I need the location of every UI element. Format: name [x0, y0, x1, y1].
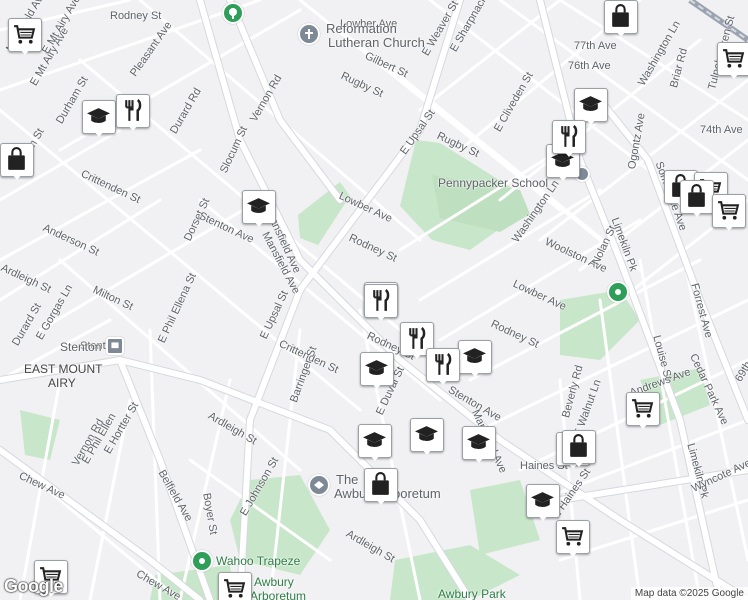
- graduation-cap-marker[interactable]: [82, 100, 116, 138]
- bus-stop-icon[interactable]: [106, 337, 124, 355]
- graduation-cap-marker[interactable]: [242, 190, 276, 228]
- shopping-cart-marker[interactable]: [8, 18, 42, 56]
- place-label[interactable]: Pennypacker School: [438, 176, 548, 190]
- restaurant-marker[interactable]: [426, 348, 460, 386]
- place-label[interactable]: Arboretum: [250, 589, 306, 600]
- graduation-cap-marker[interactable]: [462, 426, 496, 464]
- street-label: 77th Ave: [574, 40, 617, 52]
- shopping-cart-marker[interactable]: [218, 572, 252, 600]
- graduation-cap-marker[interactable]: [360, 352, 394, 390]
- graduation-cap-marker[interactable]: [410, 418, 444, 456]
- place-label[interactable]: Reformation: [326, 21, 397, 36]
- graduation-cap-marker[interactable]: [458, 340, 492, 378]
- shopping-cart-marker[interactable]: [626, 392, 660, 430]
- restaurant-marker[interactable]: [116, 94, 150, 132]
- restaurant-marker[interactable]: [552, 120, 586, 158]
- arboretum-icon[interactable]: [308, 474, 330, 496]
- place-label[interactable]: Lutheran Church: [328, 35, 425, 50]
- place-label[interactable]: Stenton: [60, 340, 101, 354]
- street-label: 76th Ave: [568, 60, 611, 72]
- place-label[interactable]: The: [336, 472, 358, 487]
- shopping-bag-marker[interactable]: [604, 0, 638, 38]
- shopping-bag-marker[interactable]: [364, 468, 398, 506]
- shopping-bag-marker[interactable]: [0, 143, 34, 181]
- restaurant-marker[interactable]: [364, 284, 398, 322]
- street-label: 74th Ave: [700, 124, 743, 136]
- place-label[interactable]: Wahoo Trapeze: [216, 554, 300, 568]
- map-canvas[interactable]: Rodney St Lowber Ave Pleasant Ave E Mt Airy…: [0, 0, 748, 600]
- place-label[interactable]: AIRY: [48, 376, 76, 390]
- shopping-bag-marker[interactable]: [562, 430, 596, 468]
- street-label: Rodney St: [110, 10, 162, 22]
- graduation-cap-marker[interactable]: [526, 484, 560, 522]
- shopping-cart-marker[interactable]: [556, 520, 590, 558]
- park-poi-icon-2[interactable]: [607, 281, 629, 303]
- place-label[interactable]: EAST MOUNT: [24, 362, 102, 376]
- google-logo: Google: [4, 576, 64, 596]
- shopping-cart-marker[interactable]: [712, 194, 746, 232]
- map-attribution[interactable]: Map data ©2025 Google: [630, 587, 748, 600]
- trapeze-icon[interactable]: [191, 550, 213, 572]
- shopping-cart-marker[interactable]: [717, 42, 748, 80]
- place-label[interactable]: Awbury: [254, 575, 294, 589]
- shopping-bag-marker[interactable]: [680, 180, 714, 218]
- place-label[interactable]: Awbury Park: [438, 587, 506, 600]
- graduation-cap-marker[interactable]: [358, 424, 392, 462]
- church-icon[interactable]: [298, 23, 320, 45]
- park-poi-icon[interactable]: [222, 2, 244, 24]
